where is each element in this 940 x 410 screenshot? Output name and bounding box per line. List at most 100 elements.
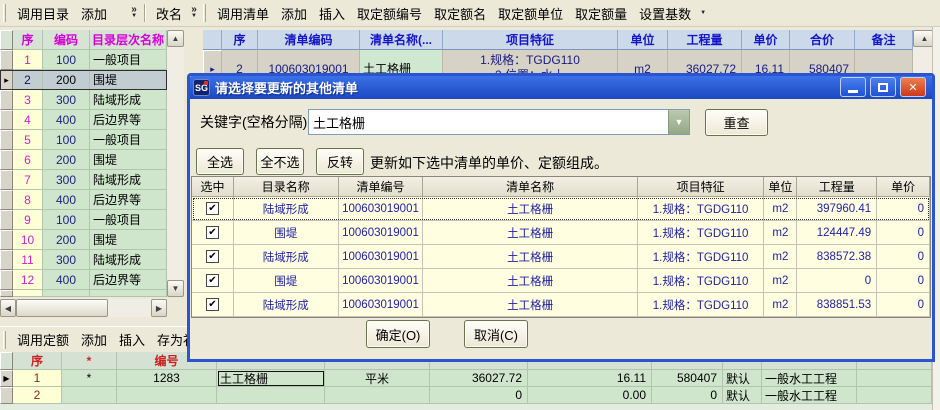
cell-unit[interactable]	[325, 387, 430, 404]
cell-list-code[interactable]: 100603019001	[339, 221, 424, 245]
cell-list-code[interactable]: 100603019001	[339, 269, 424, 293]
cell-seq[interactable]: 7	[13, 170, 43, 190]
cell-seq[interactable]: 12	[13, 270, 43, 290]
cell-price[interactable]: 0	[877, 245, 930, 269]
cell-code[interactable]: 200	[43, 230, 90, 250]
cell-dir-name[interactable]: 陆域形成	[234, 197, 339, 221]
cell-seq[interactable]: 3	[13, 90, 43, 110]
table-row[interactable]: 3300陆域形成	[0, 90, 167, 110]
scroll-right-button[interactable]: ▶	[151, 299, 167, 317]
ok-button[interactable]: 确定(O)	[366, 320, 430, 348]
menu-add-catalog[interactable]: 添加	[75, 1, 113, 26]
cell-list-code[interactable]: 100603019001	[339, 293, 424, 317]
cell-name[interactable]: 围堤	[90, 70, 167, 90]
table-row[interactable]: 10200围堤	[0, 230, 167, 250]
menu-call-quota[interactable]: 调用定额	[11, 327, 75, 352]
cell-unit[interactable]: 平米	[325, 370, 430, 387]
cell-code[interactable]	[117, 387, 217, 404]
cell-feature[interactable]: 1.规格：TGDG110	[638, 293, 765, 317]
cell-code[interactable]: 300	[43, 170, 90, 190]
cell-feature[interactable]: 1.规格：TGDG110	[638, 245, 765, 269]
table-row[interactable]: ✔ 陆域形成 100603019001 土工格栅 1.规格：TGDG110 m2…	[192, 197, 930, 221]
cell-list-name[interactable]: 土工格栅	[423, 269, 637, 293]
table-row[interactable]: ✔ 围堤 100603019001 土工格栅 1.规格：TGDG110 m2 1…	[192, 221, 930, 245]
menu-get-quota-unit[interactable]: 取定额单位	[492, 1, 569, 26]
cell-feature[interactable]: 1.规格：TGDG110	[638, 221, 765, 245]
requery-button[interactable]: 重查	[705, 109, 768, 136]
menu-get-quota-name[interactable]: 取定额名	[428, 1, 492, 26]
cell-name[interactable]: 一般项目	[90, 50, 167, 70]
table-row-selected[interactable]: ▸2200围堤	[0, 70, 167, 90]
cell-quantity[interactable]: 397960.41	[797, 197, 877, 221]
cell-code[interactable]: 200	[43, 70, 90, 90]
table-row[interactable]: 11300陆域形成	[0, 250, 167, 270]
keyword-input[interactable]	[309, 110, 668, 134]
cell-seq[interactable]: 6	[13, 150, 43, 170]
cell-name[interactable]: 一般项目	[90, 210, 167, 230]
table-row[interactable]: 7300陆域形成	[0, 170, 167, 190]
cell-code[interactable]: 100	[43, 50, 90, 70]
cell-unit[interactable]: m2	[764, 293, 797, 317]
cell-name[interactable]: 陆域形成	[90, 250, 167, 270]
toolbar-grip[interactable]	[3, 4, 6, 22]
checkbox-checked[interactable]: ✔	[206, 202, 219, 215]
checkbox-checked[interactable]: ✔	[206, 298, 219, 311]
cell-code[interactable]: 200	[43, 150, 90, 170]
table-row[interactable]: 4400后边界等	[0, 110, 167, 130]
cell-code[interactable]: 100	[43, 210, 90, 230]
cell-quantity[interactable]: 36027.72	[430, 370, 528, 387]
toolbar-overflow-icon[interactable]: » ▼	[188, 5, 200, 21]
table-row[interactable]: 5100一般项目	[0, 130, 167, 150]
cell-seq[interactable]: 11	[13, 250, 43, 270]
cell-name[interactable]: 围堤	[90, 230, 167, 250]
cell-empty[interactable]	[857, 370, 932, 387]
cell-dir-name[interactable]: 围堤	[234, 269, 339, 293]
table-row[interactable]: 8400后边界等	[0, 190, 167, 210]
menu-call-list[interactable]: 调用清单	[211, 1, 275, 26]
cell-name[interactable]: 陆域形成	[90, 170, 167, 190]
combo-dropdown-button[interactable]: ▼	[668, 110, 689, 134]
cell-dir-name[interactable]: 陆域形成	[234, 293, 339, 317]
cell-price[interactable]: 0.00	[528, 387, 652, 404]
cell-name[interactable]: 后边界等	[90, 110, 167, 130]
checkbox-checked[interactable]: ✔	[206, 226, 219, 239]
select-all-button[interactable]: 全选	[196, 148, 244, 175]
cancel-button[interactable]: 取消(C)	[464, 320, 528, 348]
cell-code[interactable]: 400	[43, 190, 90, 210]
cell-list-name[interactable]: 土工格栅	[423, 197, 637, 221]
cell-unit[interactable]: m2	[764, 269, 797, 293]
cell-seq[interactable]: 10	[13, 230, 43, 250]
minimize-button[interactable]	[840, 77, 866, 97]
select-none-button[interactable]: 全不选	[256, 148, 304, 175]
table-row[interactable]: 6200围堤	[0, 150, 167, 170]
cell-quantity[interactable]: 0	[797, 269, 877, 293]
cell-dir-name[interactable]: 围堤	[234, 221, 339, 245]
checkbox-checked[interactable]: ✔	[206, 250, 219, 263]
cell-code[interactable]: 300	[43, 250, 90, 270]
cell-code[interactable]: 400	[43, 270, 90, 290]
cell-price[interactable]: 0	[877, 269, 930, 293]
cell-list-name[interactable]: 土工格栅	[423, 293, 637, 317]
cell-empty[interactable]	[857, 387, 932, 404]
close-button[interactable]: ✕	[900, 77, 926, 97]
table-row[interactable]: 12400后边界等	[0, 270, 167, 290]
cell-total[interactable]: 580407	[652, 370, 723, 387]
cell-quantity[interactable]: 124447.49	[797, 221, 877, 245]
cell-quantity[interactable]: 838851.53	[797, 293, 877, 317]
cell-price[interactable]: 0	[877, 221, 930, 245]
cell-name[interactable]: 一般项目	[90, 130, 167, 150]
cell-seq[interactable]: 1	[13, 370, 62, 387]
cell-seq[interactable]: 8	[13, 190, 43, 210]
cell-category[interactable]: 一般水工工程	[762, 370, 857, 387]
cell-price[interactable]: 0	[877, 293, 930, 317]
cell-dir-name[interactable]: 陆域形成	[234, 245, 339, 269]
cell-unit[interactable]: m2	[764, 245, 797, 269]
menu-add-quota[interactable]: 添加	[75, 327, 113, 352]
cell-name[interactable]: 围堤	[90, 150, 167, 170]
cell-name[interactable]	[217, 387, 325, 404]
scroll-down-button[interactable]: ▼	[167, 280, 184, 297]
cell-name-selected[interactable]: 土工格栅	[217, 370, 325, 387]
table-row[interactable]: 9100一般项目	[0, 210, 167, 230]
cell-mode[interactable]: 默认	[723, 370, 762, 387]
table-row[interactable]: ✔ 围堤 100603019001 土工格栅 1.规格：TGDG110 m2 0…	[192, 269, 930, 293]
